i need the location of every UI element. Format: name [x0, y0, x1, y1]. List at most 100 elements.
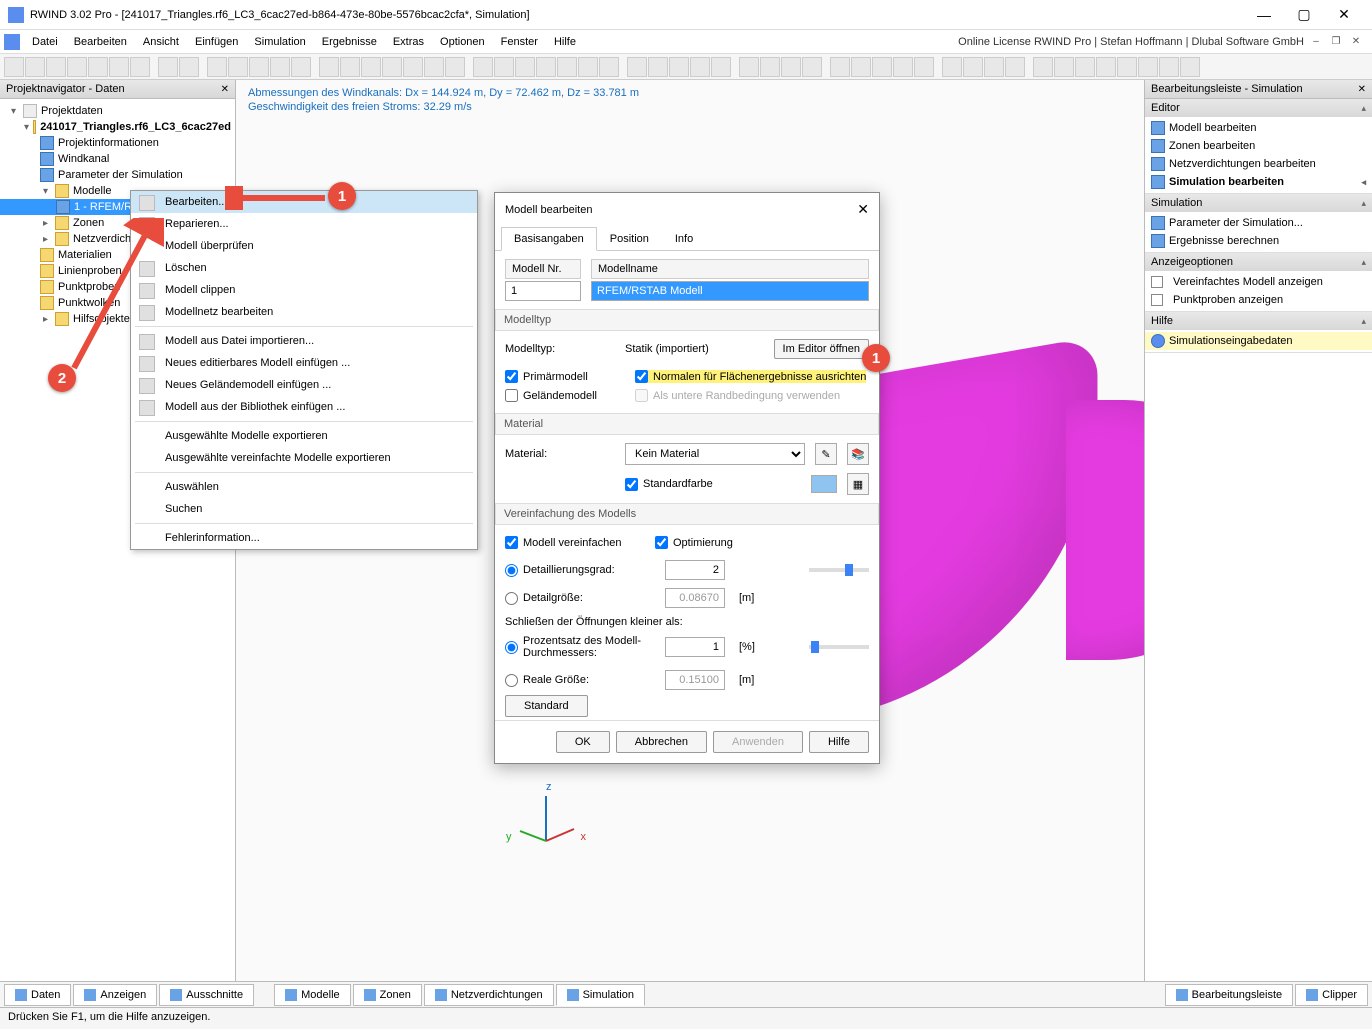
- ctx-from-library[interactable]: Modell aus der Bibliothek einfügen ...: [131, 396, 477, 418]
- nav-close-icon[interactable]: ✕: [221, 84, 229, 95]
- open-editor-button[interactable]: Im Editor öffnen: [774, 339, 869, 359]
- menu-optionen[interactable]: Optionen: [432, 33, 493, 51]
- toolbar-button[interactable]: [25, 57, 45, 77]
- toolbar-button[interactable]: [382, 57, 402, 77]
- input-detailgrad[interactable]: [665, 560, 725, 580]
- toolbar-button[interactable]: [690, 57, 710, 77]
- tree-item[interactable]: Projektinformationen: [0, 135, 235, 151]
- tree-root[interactable]: ▾Projektdaten: [0, 103, 235, 119]
- toolbar-button[interactable]: [88, 57, 108, 77]
- toolbar-button[interactable]: [228, 57, 248, 77]
- toolbar-button[interactable]: [361, 57, 381, 77]
- slider-detailgrad[interactable]: [809, 568, 869, 572]
- chk-primarmodell[interactable]: Primärmodell: [505, 370, 588, 383]
- menu-bearbeiten[interactable]: Bearbeiten: [66, 33, 135, 51]
- toolbar-button[interactable]: [711, 57, 731, 77]
- ctx-new-editable[interactable]: Neues editierbares Modell einfügen ...: [131, 352, 477, 374]
- tree-item[interactable]: Parameter der Simulation: [0, 167, 235, 183]
- editor-edit-simulation[interactable]: Simulation bearbeiten◂: [1145, 173, 1372, 191]
- bottom-tab-simulation[interactable]: Simulation: [556, 984, 645, 1006]
- section-editor-head[interactable]: Editor▴: [1145, 99, 1372, 117]
- bottom-tab-netz[interactable]: Netzverdichtungen: [424, 984, 554, 1006]
- toolbar-button[interactable]: [1033, 57, 1053, 77]
- bottom-tab-zonen[interactable]: Zonen: [353, 984, 422, 1006]
- tree-item[interactable]: Windkanal: [0, 151, 235, 167]
- input-modell-nr[interactable]: [505, 281, 581, 301]
- editor-edit-zones[interactable]: Zonen bearbeiten: [1145, 137, 1372, 155]
- ok-button[interactable]: OK: [556, 731, 610, 753]
- editor-edit-model[interactable]: Modell bearbeiten: [1145, 119, 1372, 137]
- toolbar-button[interactable]: [67, 57, 87, 77]
- minimize-button[interactable]: —: [1244, 1, 1284, 29]
- close-button[interactable]: ✕: [1324, 1, 1364, 29]
- toolbar-button[interactable]: [4, 57, 24, 77]
- menu-extras[interactable]: Extras: [385, 33, 432, 51]
- toolbar-button[interactable]: [109, 57, 129, 77]
- toolbar-button[interactable]: [291, 57, 311, 77]
- toolbar-button[interactable]: [158, 57, 178, 77]
- ctx-clip[interactable]: Modell clippen: [131, 279, 477, 301]
- ctx-search[interactable]: Suchen: [131, 498, 477, 520]
- bottom-tab-anzeigen[interactable]: Anzeigen: [73, 984, 157, 1006]
- toolbar-button[interactable]: [340, 57, 360, 77]
- radio-prozentsatz[interactable]: Prozentsatz des Modell-Durchmessers:: [505, 635, 655, 659]
- toolbar-button[interactable]: [1096, 57, 1116, 77]
- toolbar-button[interactable]: [270, 57, 290, 77]
- toolbar-button[interactable]: [445, 57, 465, 77]
- ctx-repair[interactable]: Reparieren...: [131, 213, 477, 235]
- tab-basis[interactable]: Basisangaben: [501, 227, 597, 251]
- toolbar-button[interactable]: [515, 57, 535, 77]
- tab-position[interactable]: Position: [597, 227, 662, 251]
- bottom-tab-clipper[interactable]: Clipper: [1295, 984, 1368, 1006]
- chk-gelandemodell[interactable]: Geländemodell: [505, 389, 597, 402]
- toolbar-button[interactable]: [648, 57, 668, 77]
- toolbar-button[interactable]: [872, 57, 892, 77]
- ctx-delete[interactable]: Löschen: [131, 257, 477, 279]
- mdi-close-button[interactable]: ✕: [1348, 34, 1364, 50]
- radio-detailgrad[interactable]: Detaillierungsgrad:: [505, 564, 655, 577]
- maximize-button[interactable]: ▢: [1284, 1, 1324, 29]
- menu-fenster[interactable]: Fenster: [493, 33, 546, 51]
- toolbar-button[interactable]: [802, 57, 822, 77]
- slider-prozent[interactable]: [809, 645, 869, 649]
- bottom-tab-modelle[interactable]: Modelle: [274, 984, 351, 1006]
- input-prozent[interactable]: [665, 637, 725, 657]
- cancel-button[interactable]: Abbrechen: [616, 731, 707, 753]
- mdi-minimize-button[interactable]: –: [1308, 34, 1324, 50]
- toolbar-button[interactable]: [1075, 57, 1095, 77]
- toolbar-button[interactable]: [557, 57, 577, 77]
- section-display-head[interactable]: Anzeigeoptionen▴: [1145, 253, 1372, 271]
- menu-ergebnisse[interactable]: Ergebnisse: [314, 33, 385, 51]
- bottom-tab-daten[interactable]: Daten: [4, 984, 71, 1006]
- ctx-new-terrain[interactable]: Neues Geländemodell einfügen ...: [131, 374, 477, 396]
- radio-detailgroesse[interactable]: Detailgröße:: [505, 592, 655, 605]
- color-grid-button[interactable]: ▦: [847, 473, 869, 495]
- toolbar-button[interactable]: [893, 57, 913, 77]
- toolbar-button[interactable]: [1180, 57, 1200, 77]
- menu-einfuegen[interactable]: Einfügen: [187, 33, 246, 51]
- toolbar-button[interactable]: [1138, 57, 1158, 77]
- help-button[interactable]: Hilfe: [809, 731, 869, 753]
- toolbar-button[interactable]: [403, 57, 423, 77]
- toolbar-button[interactable]: [669, 57, 689, 77]
- toolbar-button[interactable]: [963, 57, 983, 77]
- disp-pointprobes[interactable]: Punktproben anzeigen: [1145, 291, 1372, 309]
- editor-edit-mesh[interactable]: Netzverdichtungen bearbeiten: [1145, 155, 1372, 173]
- toolbar-button[interactable]: [207, 57, 227, 77]
- bottom-tab-bearbeitungsleiste[interactable]: Bearbeitungsleiste: [1165, 984, 1294, 1006]
- toolbar-button[interactable]: [130, 57, 150, 77]
- toolbar-button[interactable]: [851, 57, 871, 77]
- toolbar-button[interactable]: [536, 57, 556, 77]
- material-lib-button[interactable]: 📚: [847, 443, 869, 465]
- toolbar-button[interactable]: [494, 57, 514, 77]
- toolbar-button[interactable]: [914, 57, 934, 77]
- toolbar-button[interactable]: [942, 57, 962, 77]
- toolbar-button[interactable]: [1117, 57, 1137, 77]
- input-modellname[interactable]: RFEM/RSTAB Modell: [591, 281, 869, 301]
- toolbar-button[interactable]: [249, 57, 269, 77]
- chk-optimierung[interactable]: Optimierung: [655, 536, 733, 549]
- toolbar-button[interactable]: [319, 57, 339, 77]
- chk-modell-vereinf[interactable]: Modell vereinfachen: [505, 536, 645, 549]
- select-material[interactable]: Kein Material: [625, 443, 805, 465]
- sim-calc-results[interactable]: Ergebnisse berechnen: [1145, 232, 1372, 250]
